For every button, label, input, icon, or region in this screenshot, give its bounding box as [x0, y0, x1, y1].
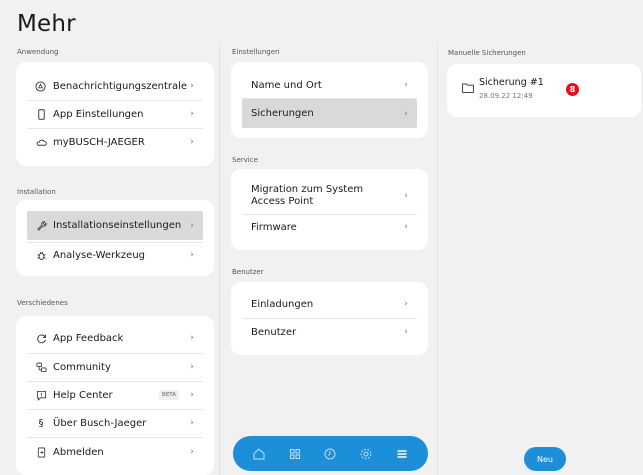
- divider: [242, 318, 417, 319]
- home-icon[interactable]: [249, 444, 269, 464]
- bottom-nav-bar: [233, 436, 428, 471]
- menu-item-label: Sicherungen: [251, 108, 314, 119]
- menu-icon[interactable]: [392, 444, 412, 464]
- section-label-verschiedenes: Verschiedenes: [17, 299, 68, 307]
- divider: [27, 100, 203, 101]
- new-backup-button[interactable]: Neu: [524, 447, 566, 471]
- divider: [27, 353, 203, 354]
- section-icon: §: [38, 417, 44, 429]
- chevron-right-icon: ›: [404, 222, 408, 232]
- wrench-icon: [35, 220, 47, 232]
- menu-item-label: Name und Ort: [251, 79, 322, 91]
- devices-icon[interactable]: [285, 444, 305, 464]
- menu-item-benachrichtigungszentrale[interactable]: Benachrichtigungszentrale ›: [27, 74, 203, 98]
- chevron-right-icon: ›: [404, 80, 408, 90]
- menu-item-abmelden[interactable]: Abmelden ›: [27, 440, 203, 464]
- chevron-right-icon: ›: [404, 191, 408, 201]
- divider: [27, 381, 203, 382]
- section-label-anwendung: Anwendung: [17, 48, 59, 56]
- help-center-icon: [35, 389, 47, 401]
- bug-icon: [35, 249, 47, 261]
- menu-item-label: Benachrichtigungszentrale: [52, 80, 188, 92]
- menu-item-migration[interactable]: Migration zum System Access Point ›: [242, 179, 417, 213]
- menu-item-community[interactable]: Community ›: [27, 355, 203, 379]
- chevron-right-icon: ›: [404, 327, 408, 337]
- divider: [27, 409, 203, 410]
- menu-item-help-center[interactable]: Help Center BETA ›: [27, 383, 203, 407]
- menu-item-name-und-ort[interactable]: Name und Ort ›: [242, 73, 417, 97]
- backup-card[interactable]: Sicherung #1 28.09.22 12:49: [447, 64, 641, 117]
- menu-item-sicherungen[interactable]: Sicherungen ›: [242, 99, 417, 128]
- section-label-installation: Installation: [17, 188, 56, 196]
- menu-item-label: App Einstellungen: [53, 108, 144, 120]
- menu-item-label: Einladungen: [251, 298, 314, 310]
- feedback-icon: [35, 332, 47, 344]
- menu-item-label: Firmware: [251, 221, 297, 233]
- section-label-manuelle-sicherungen: Manuelle Sicherungen: [448, 49, 526, 57]
- beta-badge: BETA: [159, 390, 179, 400]
- menu-item-app-einstellungen[interactable]: App Einstellungen ›: [27, 102, 203, 126]
- service-card: Migration zum System Access Point › Firm…: [231, 169, 428, 250]
- chevron-right-icon: ›: [190, 81, 194, 91]
- folder-icon: [462, 78, 474, 93]
- verschiedenes-card: App Feedback › Community › Help Center B…: [16, 316, 214, 475]
- menu-item-ueber-busch-jaeger[interactable]: § Über Busch-Jaeger ›: [27, 411, 203, 435]
- clock-icon[interactable]: [320, 444, 340, 464]
- menu-item-label: App Feedback: [53, 332, 124, 344]
- backup-name: Sicherung #1: [479, 77, 544, 88]
- menu-item-label: Help Center: [53, 389, 113, 401]
- chevron-right-icon: ›: [190, 333, 194, 343]
- cloud-icon: [35, 136, 47, 148]
- chevron-right-icon: ›: [190, 109, 194, 119]
- chevron-right-icon: ›: [190, 362, 194, 372]
- phone-icon: [35, 108, 47, 120]
- logout-icon: [35, 446, 47, 458]
- menu-item-label: Migration zum System Access Point: [251, 184, 364, 207]
- column-divider: [437, 44, 438, 475]
- divider: [27, 437, 203, 438]
- menu-item-installationseinstellungen[interactable]: Installationseinstellungen ›: [27, 211, 203, 240]
- einstellungen-card: Name und Ort › Sicherungen ›: [231, 62, 428, 138]
- menu-item-app-feedback[interactable]: App Feedback ›: [27, 326, 203, 350]
- menu-item-label: Über Busch-Jaeger: [53, 417, 147, 429]
- page-title: Mehr: [17, 11, 76, 37]
- section-label-service: Service: [232, 156, 258, 164]
- chevron-right-icon: ›: [190, 137, 194, 147]
- menu-item-label: Installationseinstellungen: [53, 220, 182, 231]
- chevron-right-icon: ›: [190, 390, 194, 400]
- menu-item-label: Analyse-Werkzeug: [53, 249, 146, 261]
- notification-center-icon: [35, 80, 47, 92]
- backup-date: 28.09.22 12:49: [479, 92, 533, 100]
- community-icon: [35, 361, 47, 373]
- settings-icon[interactable]: [356, 444, 376, 464]
- column-divider: [219, 44, 220, 475]
- menu-item-benutzer[interactable]: Benutzer ›: [242, 320, 417, 344]
- benutzer-card: Einladungen › Benutzer ›: [231, 282, 428, 355]
- menu-item-analyse-werkzeug[interactable]: Analyse-Werkzeug ›: [27, 243, 203, 267]
- chevron-right-icon: ›: [190, 250, 194, 260]
- section-label-benutzer: Benutzer: [232, 268, 264, 276]
- divider: [27, 128, 203, 129]
- anwendung-card: Benachrichtigungszentrale › App Einstell…: [16, 62, 214, 166]
- menu-item-label: Abmelden: [53, 446, 104, 458]
- menu-item-einladungen[interactable]: Einladungen ›: [242, 292, 417, 316]
- chevron-right-icon: ›: [404, 108, 408, 119]
- menu-item-label: myBUSCH-JAEGER: [53, 136, 145, 148]
- installation-card: Installationseinstellungen › Analyse-Wer…: [16, 200, 214, 276]
- menu-item-firmware[interactable]: Firmware ›: [242, 215, 417, 239]
- chevron-right-icon: ›: [404, 299, 408, 309]
- section-label-einstellungen: Einstellungen: [232, 48, 280, 56]
- chevron-right-icon: ›: [190, 220, 194, 231]
- chevron-right-icon: ›: [190, 447, 194, 457]
- chevron-right-icon: ›: [190, 418, 194, 428]
- menu-item-label: Community: [53, 361, 111, 373]
- menu-item-label: Benutzer: [251, 326, 297, 338]
- menu-item-mybusch-jaeger[interactable]: myBUSCH-JAEGER ›: [27, 130, 203, 154]
- notification-badge: 8: [566, 83, 579, 96]
